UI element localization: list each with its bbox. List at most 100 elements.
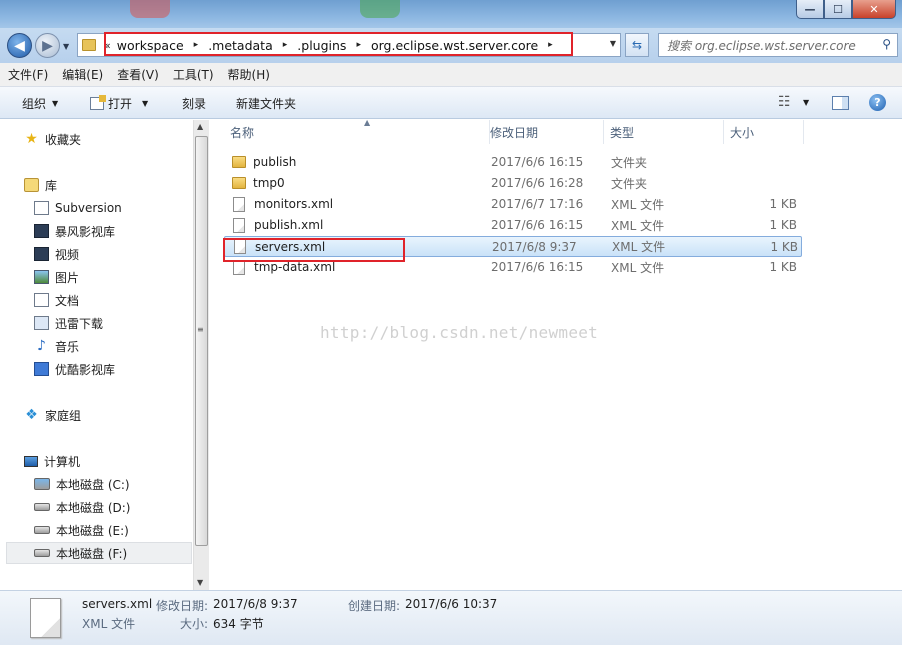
refresh-button[interactable]: ⇆ (625, 33, 649, 57)
drive-icon (34, 549, 50, 557)
menu-view[interactable]: 查看(V) (117, 66, 159, 83)
nav-label: 优酷影视库 (55, 362, 116, 377)
nav-label: 迅雷下载 (55, 316, 104, 331)
forward-button[interactable]: ▶ (35, 33, 60, 58)
navigation-scrollbar[interactable]: ▲ ≡ ▼ (193, 120, 209, 590)
file-type: XML 文件 (612, 240, 666, 254)
menu-edit[interactable]: 编辑(E) (62, 66, 103, 83)
nav-label: 文档 (55, 293, 80, 308)
file-name-cell: monitors.xml (232, 196, 333, 212)
details-created-value: 2017/6/6 10:37 (405, 597, 498, 611)
xml-file-icon (233, 196, 245, 212)
file-size: 1 KB (769, 197, 797, 211)
scroll-down-icon[interactable]: ▼ (197, 578, 203, 587)
open-button[interactable]: 打开 ▼ (90, 95, 148, 112)
nav-label: 收藏夹 (45, 132, 82, 147)
address-history-dropdown-icon[interactable]: ▼ (610, 39, 616, 48)
youku-icon (34, 362, 49, 376)
window-controls: — ☐ ✕ (796, 0, 896, 19)
file-name-cell: publish (232, 155, 296, 169)
back-arrow-icon: ◀ (14, 37, 25, 54)
nav-homegroup[interactable]: ❖ 家庭组 (24, 404, 216, 426)
nav-computer[interactable]: 计算机 (24, 450, 216, 472)
details-pane: servers.xml XML 文件 修改日期: 2017/6/8 9:37 创… (0, 590, 902, 645)
help-icon[interactable]: ? (869, 94, 886, 111)
change-view-icon[interactable]: ☷ (778, 94, 791, 110)
column-label: 类型 (610, 125, 635, 140)
details-file-name: servers.xml (82, 597, 153, 611)
picture-icon (34, 270, 49, 284)
recent-pages-dropdown[interactable]: ▼ (63, 42, 69, 51)
computer-icon (24, 455, 38, 467)
details-size-value: 634 字节 (213, 617, 264, 631)
video-icon (34, 247, 49, 261)
column-label: 名称 (230, 125, 255, 140)
file-date: 2017/6/6 16:28 (491, 176, 584, 190)
search-input[interactable]: 搜索 org.eclipse.wst.server.core ⚲ (658, 33, 898, 57)
file-size: 1 KB (769, 260, 797, 274)
burn-label: 刻录 (182, 97, 207, 111)
column-label: 大小 (730, 125, 755, 140)
menu-help[interactable]: 帮助(H) (228, 66, 270, 83)
file-row-publish[interactable]: publish 2017/6/6 16:15 文件夹 (224, 152, 802, 172)
file-name: publish (253, 155, 297, 169)
file-row-publish-xml[interactable]: publish.xml 2017/6/6 16:15 XML 文件 1 KB (224, 215, 802, 235)
minimize-button[interactable]: — (796, 0, 824, 19)
search-placeholder: 搜索 org.eclipse.wst.server.core (667, 38, 856, 53)
command-bar: 组织 ▼ 打开 ▼ 刻录 新建文件夹 ☷ ▼ ? (0, 87, 902, 119)
details-modified-label: 修改日期: (156, 599, 209, 613)
nav-label: 本地磁盘 (D:) (56, 500, 131, 515)
title-bar: — ☐ ✕ (0, 0, 902, 30)
nav-drive-f[interactable]: 本地磁盘 (F:) (6, 542, 192, 564)
drive-icon (34, 526, 50, 534)
file-row-monitors[interactable]: monitors.xml 2017/6/7 17:16 XML 文件 1 KB (224, 194, 802, 214)
menu-file[interactable]: 文件(F) (8, 66, 48, 83)
nav-label: 图片 (55, 270, 80, 285)
maximize-button[interactable]: ☐ (824, 0, 852, 19)
file-size: 1 KB (770, 239, 798, 254)
menu-tools[interactable]: 工具(T) (173, 66, 214, 83)
video-library-icon (34, 224, 49, 238)
file-row-tmp0[interactable]: tmp0 2017/6/6 16:28 文件夹 (224, 173, 802, 193)
file-name: publish.xml (254, 218, 324, 232)
search-icon[interactable]: ⚲ (882, 37, 891, 51)
file-date: 2017/6/8 9:37 (492, 239, 577, 254)
subversion-library-icon (34, 201, 49, 215)
column-header-size[interactable]: 大小 (722, 120, 804, 144)
nav-favorites[interactable]: ★ 收藏夹 (24, 128, 216, 150)
file-date: 2017/6/7 17:16 (491, 197, 584, 211)
file-name-cell: publish.xml (232, 217, 324, 233)
open-label: 打开 (108, 97, 133, 111)
address-highlight-box (104, 32, 573, 56)
column-header-date[interactable]: 修改日期 (482, 120, 604, 144)
file-type: 文件夹 (611, 176, 648, 191)
column-header-name[interactable]: 名称 ▲ (222, 118, 490, 144)
open-with-icon (90, 95, 106, 110)
download-icon (34, 316, 49, 330)
forward-arrow-icon: ▶ (42, 37, 53, 54)
file-name: tmp0 (253, 176, 285, 190)
nav-label: 本地磁盘 (C:) (56, 477, 130, 492)
nav-label: 家庭组 (45, 408, 82, 423)
nav-label: 本地磁盘 (E:) (56, 523, 129, 538)
file-size: 1 KB (769, 218, 797, 232)
close-button[interactable]: ✕ (852, 0, 896, 19)
scroll-up-icon[interactable]: ▲ (197, 122, 203, 131)
preview-pane-icon[interactable] (832, 96, 849, 110)
new-folder-button[interactable]: 新建文件夹 (236, 95, 296, 112)
scrollbar-thumb[interactable] (195, 136, 208, 546)
column-header-type[interactable]: 类型 (602, 120, 724, 144)
organize-button[interactable]: 组织 ▼ (22, 95, 58, 112)
nav-libraries[interactable]: 库 (24, 174, 216, 196)
file-list: 名称 ▲ 修改日期 类型 大小 publish 2017/6/6 16:15 文… (210, 118, 902, 590)
chevron-down-icon: ▼ (52, 99, 59, 108)
file-type: XML 文件 (611, 197, 665, 212)
burn-button[interactable]: 刻录 (182, 95, 206, 112)
view-options-dropdown-icon[interactable]: ▼ (803, 98, 809, 107)
back-button[interactable]: ◀ (7, 33, 32, 58)
file-highlight-box (223, 238, 405, 262)
xml-file-icon (233, 217, 245, 233)
taskbar-icon-decoration (360, 0, 400, 18)
library-icon (24, 178, 39, 192)
nav-label: 暴风影视库 (55, 224, 116, 239)
